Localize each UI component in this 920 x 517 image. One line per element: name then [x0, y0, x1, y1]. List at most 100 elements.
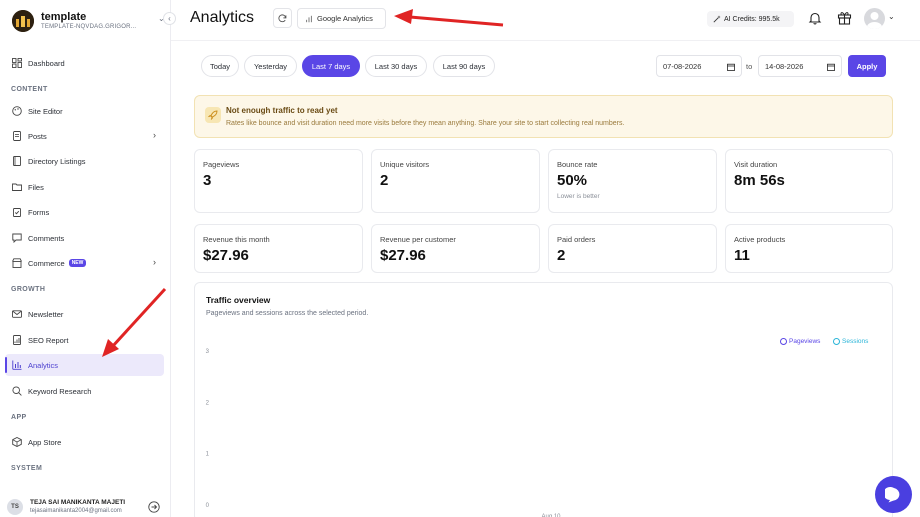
metric-card-revenue-this-month: Revenue this month $27.96: [194, 224, 363, 273]
sidebar: template TEMPLATE-NQVDAG.GRIGOR... ⌄ ‹ D…: [0, 0, 176, 517]
section-content-label: CONTENT: [11, 86, 48, 93]
section-growth-label: GROWTH: [11, 286, 46, 293]
to-date-input[interactable]: 14-08-2026: [758, 55, 842, 77]
new-badge: NEW: [68, 259, 87, 267]
metric-label: Revenue per customer: [380, 235, 456, 244]
metric-value: 11: [734, 247, 750, 264]
sidebar-item-dashboard[interactable]: Dashboard: [5, 52, 164, 74]
site-name: template: [41, 10, 87, 23]
metric-label: Unique visitors: [380, 160, 430, 169]
low-traffic-alert: Not enough traffic to read yet Rates lik…: [194, 95, 893, 138]
section-app-label: APP: [11, 414, 27, 421]
range-yesterday-button[interactable]: Yesterday: [244, 55, 297, 77]
site-switcher[interactable]: template TEMPLATE-NQVDAG.GRIGOR... ⌄: [12, 8, 167, 34]
annotation-arrow-top: [394, 9, 504, 27]
metric-card-visit-duration: Visit duration 8m 56s: [725, 149, 893, 213]
metric-value: 50%: [557, 172, 588, 189]
range-today-button[interactable]: Today: [201, 55, 239, 77]
metric-value: 8m 56s: [734, 172, 785, 189]
y-tick-label: 0: [206, 503, 210, 509]
rocket-icon: [205, 107, 221, 123]
calendar-icon: [827, 63, 835, 71]
sidebar-item-forms[interactable]: Forms: [5, 201, 164, 223]
clipboard-check-icon: [13, 208, 21, 217]
metric-value: 2: [557, 247, 566, 264]
user-name: TEJA SAI MANIKANTA MAJETI: [30, 499, 126, 506]
sidebar-item-seo-report[interactable]: SEO Report: [5, 329, 164, 351]
sidebar-item-site-editor[interactable]: Site Editor: [5, 100, 164, 122]
to-label: to: [746, 62, 753, 71]
folder-icon: [12, 183, 22, 191]
bell-icon[interactable]: [808, 11, 822, 25]
sidebar-item-app-store[interactable]: App Store: [5, 431, 164, 453]
range-last-30-days-button[interactable]: Last 30 days: [365, 55, 427, 77]
metric-value: 3: [203, 172, 212, 189]
traffic-chart: 0123Aug 10: [206, 349, 562, 517]
sidebar-item-newsletter[interactable]: Newsletter: [5, 303, 164, 325]
sidebar-item-label: Directory Listings: [28, 156, 86, 166]
sidebar-item-files[interactable]: Files: [5, 176, 164, 198]
ai-credits-text: AI Credits: 995.5k: [724, 15, 780, 23]
traffic-overview-card: Traffic overview Pageviews and sessions …: [194, 282, 893, 517]
sidebar-item-label: Dashboard: [28, 58, 65, 68]
gift-icon[interactable]: [837, 10, 852, 25]
refresh-button[interactable]: [273, 8, 292, 28]
sidebar-item-keyword-research[interactable]: Keyword Research: [5, 380, 164, 402]
to-date-value: 14-08-2026: [765, 61, 804, 71]
comment-icon: [12, 233, 22, 243]
chevron-down-icon[interactable]: ⌄: [888, 12, 895, 21]
document-icon: [13, 131, 21, 141]
google-analytics-label: Google Analytics: [317, 14, 373, 23]
sidebar-item-analytics[interactable]: Analytics: [5, 354, 164, 376]
chat-support-button[interactable]: [875, 476, 912, 513]
sidebar-item-comments[interactable]: Comments: [5, 227, 164, 249]
avatar[interactable]: [864, 8, 885, 29]
palette-icon: [12, 106, 22, 116]
calendar-icon: [727, 63, 735, 71]
range-last-90-days-button[interactable]: Last 90 days: [433, 55, 495, 77]
sidebar-item-label: Forms: [28, 207, 50, 217]
metric-label: Bounce rate: [557, 160, 598, 169]
metric-card-paid-orders: Paid orders 2: [548, 224, 717, 273]
refresh-icon: [278, 13, 287, 22]
metric-label: Pageviews: [203, 160, 240, 169]
search-icon: [12, 386, 22, 396]
sidebar-item-posts[interactable]: Posts ›: [5, 125, 164, 147]
metric-label: Paid orders: [557, 235, 596, 244]
sidebar-item-label: Comments: [28, 233, 65, 243]
sidebar-item-label: Analytics: [28, 360, 59, 370]
package-icon: [12, 437, 22, 447]
report-icon: [13, 335, 21, 345]
y-tick-label: 1: [206, 452, 210, 458]
sidebar-item-label: Keyword Research: [28, 386, 92, 396]
user-profile[interactable]: TS TEJA SAI MANIKANTA MAJETI tejasaimani…: [7, 496, 165, 517]
metric-note: Lower is better: [557, 193, 600, 200]
magic-wand-icon: [713, 15, 721, 23]
sidebar-item-label: Site Editor: [28, 106, 63, 116]
section-system-label: SYSTEM: [11, 465, 43, 472]
avatar: TS: [7, 499, 23, 515]
logout-icon[interactable]: [148, 501, 160, 513]
collapse-sidebar-button[interactable]: ‹: [163, 12, 176, 25]
sidebar-item-directory-listings[interactable]: Directory Listings: [5, 150, 164, 172]
metric-card-unique-visitors: Unique visitors 2: [371, 149, 540, 213]
apply-button[interactable]: Apply: [848, 55, 886, 77]
google-analytics-button[interactable]: Google Analytics: [297, 8, 386, 29]
y-tick-label: 3: [206, 349, 210, 355]
range-last-7-days-button[interactable]: Last 7 days: [302, 55, 360, 77]
bar-chart-icon: [306, 15, 312, 22]
site-logo: [12, 10, 34, 32]
page-title: Analytics: [190, 9, 255, 26]
ai-credits-badge[interactable]: AI Credits: 995.5k: [707, 11, 794, 27]
sidebar-item-label: SEO Report: [28, 335, 69, 345]
metric-label: Active products: [734, 235, 786, 244]
chat-icon: [884, 486, 899, 502]
metric-card-active-products: Active products 11: [725, 224, 893, 273]
metric-card-revenue-per-customer: Revenue per customer $27.96: [371, 224, 540, 273]
from-date-input[interactable]: 07-08-2026: [656, 55, 742, 77]
chevron-right-icon: ›: [153, 257, 156, 267]
sidebar-item-label: Posts: [28, 131, 47, 141]
sidebar-item-commerce[interactable]: Commerce NEW ›: [5, 252, 164, 274]
from-date-value: 07-08-2026: [663, 61, 702, 71]
y-tick-label: 2: [206, 400, 210, 406]
